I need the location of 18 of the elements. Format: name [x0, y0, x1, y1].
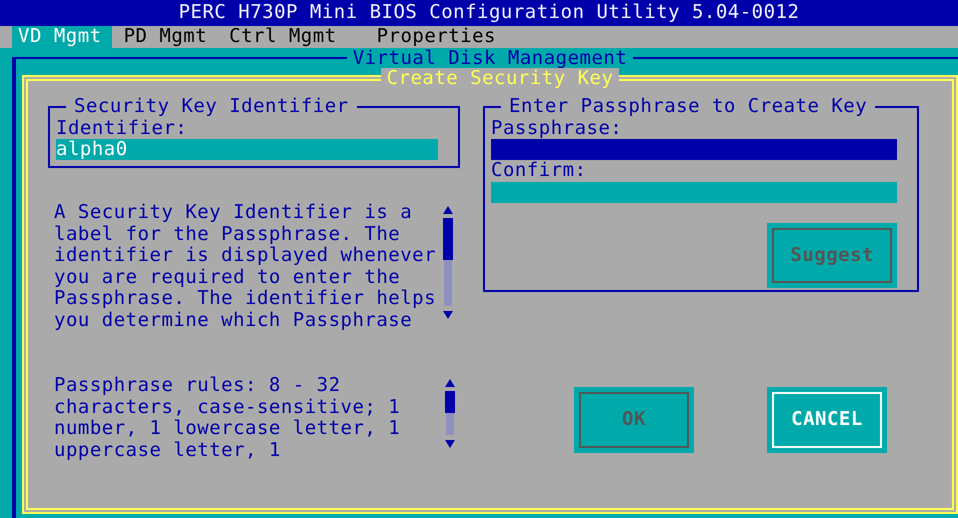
dialog-title: Create Security Key: [380, 68, 620, 88]
cancel-button[interactable]: CANCEL: [767, 387, 887, 452]
menu-tab[interactable]: VD Mgmt: [12, 26, 112, 48]
help-text: A Security Key Identifier is a label for the Passphrase. The identifier is displayed whenever you are required to enter the Passphrase. The identifier helps you determine which Passphrase: [54, 202, 438, 331]
passphrase-field[interactable]: [491, 139, 897, 160]
identifier-field[interactable]: alpha0: [56, 139, 438, 160]
panel-title: Virtual Disk Management: [352, 48, 628, 68]
window-title: PERC H730P Mini BIOS Configuration Utility 5.04-0012: [178, 2, 800, 24]
menu-tab[interactable]: Properties: [370, 26, 506, 48]
menu-tab[interactable]: Ctrl Mgmt: [223, 26, 347, 48]
passphrase-field[interactable]: [491, 182, 897, 202]
field-label: Confirm:: [491, 160, 587, 182]
field-label: Passphrase:: [491, 118, 622, 139]
menu-tab[interactable]: PD Mgmt: [118, 26, 218, 48]
rules-text: Passphrase rules: 8 - 32 characters, case-sensitive; 1 number, 1 lowercase letter, 1 uppercase letter, 1: [54, 375, 402, 461]
group-title: Security Key Identifier: [73, 96, 350, 118]
field-label: Identifier:: [56, 118, 188, 139]
group-title: Enter Passphrase to Create Key: [508, 96, 868, 118]
